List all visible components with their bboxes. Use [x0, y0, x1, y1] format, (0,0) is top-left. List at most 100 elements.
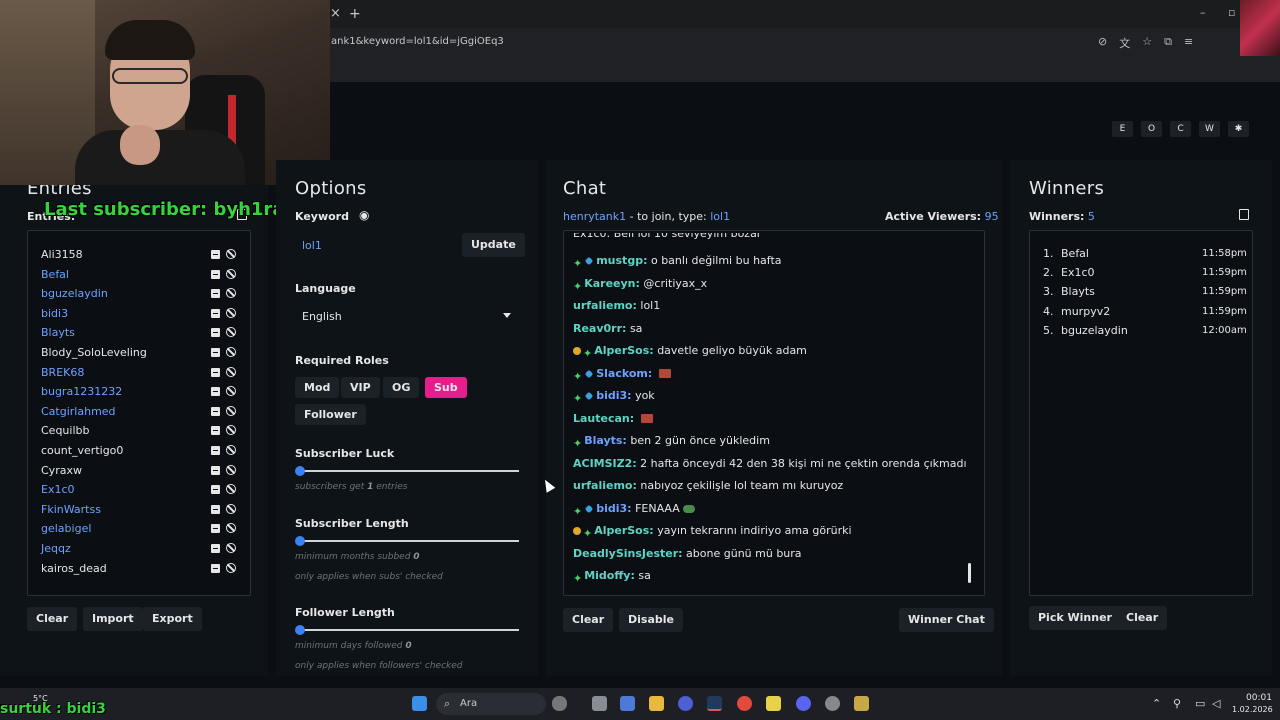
keyword-input-value[interactable]: lol1 [302, 239, 322, 252]
remove-entry-icon[interactable] [211, 524, 220, 534]
minimize-button[interactable]: – [1200, 6, 1206, 19]
theme-button-e[interactable]: E [1112, 121, 1133, 137]
chat-username[interactable]: urfaliemo: [573, 479, 637, 492]
remove-entry-icon[interactable] [211, 465, 220, 475]
remove-entry-icon[interactable] [211, 387, 220, 397]
theme-button-c[interactable]: C [1170, 121, 1191, 137]
ban-entry-icon[interactable] [226, 268, 236, 279]
ban-entry-icon[interactable] [226, 347, 236, 357]
eye-icon[interactable]: ◉ [359, 208, 369, 222]
ban-entry-icon[interactable] [226, 366, 236, 377]
update-button[interactable]: Update [462, 233, 525, 257]
discord-icon[interactable] [796, 696, 811, 711]
notes-icon[interactable] [766, 696, 781, 711]
ban-entry-icon[interactable] [226, 503, 236, 514]
ban-entry-icon[interactable] [226, 307, 236, 318]
remove-entry-icon[interactable] [211, 269, 220, 279]
calculator-icon[interactable] [620, 696, 635, 711]
chat-username[interactable]: Kareeyn: [584, 277, 640, 290]
ban-entry-icon[interactable] [226, 543, 236, 553]
chat-username[interactable]: AlperSos: [594, 344, 653, 357]
subscriber-luck-knob[interactable] [295, 466, 305, 476]
entries-clear-button[interactable]: Clear [27, 607, 78, 631]
remove-entry-icon[interactable] [211, 328, 220, 338]
follower-length-knob[interactable] [295, 625, 305, 635]
chat-disable-button[interactable]: Disable [619, 608, 683, 632]
network-icon[interactable]: ▭ [1195, 697, 1205, 710]
close-tab-icon[interactable]: × [330, 6, 341, 21]
entries-import-button[interactable]: Import [83, 607, 143, 631]
theme-button-w[interactable]: W [1199, 121, 1220, 137]
remove-entry-icon[interactable] [211, 308, 220, 318]
chrome-icon[interactable] [737, 696, 752, 711]
follower-length-slider[interactable] [299, 629, 519, 631]
volume-icon[interactable]: ◁ [1212, 697, 1220, 710]
league-icon[interactable] [854, 696, 869, 711]
copy-winners-icon[interactable] [1239, 209, 1249, 220]
remove-entry-icon[interactable] [211, 485, 220, 495]
chat-username[interactable]: bidi3: [596, 389, 631, 402]
remove-entry-icon[interactable] [211, 504, 220, 514]
winner-chat-button[interactable]: Winner Chat [899, 608, 994, 632]
remove-entry-icon[interactable] [211, 348, 220, 357]
chat-username[interactable]: mustgp: [596, 254, 647, 267]
chat-username[interactable]: Blayts: [584, 434, 627, 447]
theme-button-o[interactable]: O [1141, 121, 1162, 137]
language-select[interactable]: English [295, 304, 519, 328]
remove-entry-icon[interactable] [211, 426, 220, 436]
translate-icon[interactable]: 文 [1119, 35, 1130, 51]
chat-scrollbar[interactable] [968, 563, 971, 583]
taskbar-search[interactable]: ⌕ Ara [436, 693, 546, 715]
extension-icon[interactable]: ⧉ [1164, 35, 1172, 51]
chat-username[interactable]: AlperSos: [594, 524, 653, 537]
subscriber-length-slider[interactable] [299, 540, 519, 542]
blocked-icon[interactable]: ⊘ [1098, 35, 1107, 51]
subscriber-luck-slider[interactable] [299, 470, 519, 472]
chat-username[interactable]: Midoffy: [584, 569, 635, 582]
chat-clear-button[interactable]: Clear [563, 608, 614, 632]
subscriber-length-knob[interactable] [295, 536, 305, 546]
chat-username[interactable]: bidi3: [596, 502, 631, 515]
clock-date[interactable]: 1.02.2026 [1232, 705, 1273, 714]
new-tab-button[interactable]: + [349, 6, 361, 22]
ban-entry-icon[interactable] [226, 405, 236, 416]
entries-export-button[interactable]: Export [143, 607, 202, 631]
star-icon[interactable]: ☆ [1142, 35, 1152, 51]
remove-entry-icon[interactable] [211, 446, 220, 455]
windows-start-icon[interactable] [412, 696, 427, 711]
ban-entry-icon[interactable] [226, 445, 236, 455]
chat-username[interactable]: urfaliemo: [573, 299, 637, 312]
role-sub-button[interactable]: Sub [425, 377, 467, 398]
app-icon[interactable] [678, 696, 693, 711]
chat-channel[interactable]: henrytank1 [563, 210, 626, 223]
role-mod-button[interactable]: Mod [295, 377, 340, 398]
remove-entry-icon[interactable] [211, 406, 220, 416]
address-bar-text[interactable]: ank1&keyword=lol1&id=jGgiOEq3 [331, 36, 504, 47]
chat-username[interactable]: Slackom: [596, 367, 652, 380]
tray-chevron-icon[interactable]: ⌃ [1152, 697, 1161, 710]
maximize-button[interactable]: ▫ [1228, 6, 1235, 19]
remove-entry-icon[interactable] [211, 289, 220, 299]
chat-username[interactable]: Lautecan: [573, 412, 634, 425]
microphone-icon[interactable]: ⚲ [1173, 697, 1181, 710]
role-vip-button[interactable]: VIP [341, 377, 380, 398]
chat-username[interactable]: DeadlySinsJester: [573, 547, 683, 560]
pick-winner-button[interactable]: Pick Winner [1029, 606, 1121, 630]
remove-entry-icon[interactable] [211, 563, 220, 573]
chat-username[interactable]: ACIMSIZ2: [573, 457, 637, 470]
settings-icon[interactable] [825, 696, 840, 711]
menu-icon[interactable]: ≡ [1184, 35, 1193, 51]
ban-entry-icon[interactable] [226, 464, 236, 475]
clock-time[interactable]: 00:01 [1246, 693, 1272, 703]
file-explorer-icon[interactable] [649, 696, 664, 711]
winners-clear-button[interactable]: Clear [1117, 606, 1168, 630]
remove-entry-icon[interactable] [211, 367, 220, 377]
role-og-button[interactable]: OG [383, 377, 420, 398]
theme-button-star[interactable]: ✱ [1228, 121, 1249, 137]
ban-entry-icon[interactable] [226, 249, 236, 259]
steam-icon[interactable] [707, 696, 722, 711]
role-follower-button[interactable]: Follower [295, 404, 366, 425]
horse-widget-icon[interactable] [552, 696, 567, 711]
remove-entry-icon[interactable] [211, 544, 220, 553]
chat-username[interactable]: Reav0rr: [573, 322, 626, 335]
